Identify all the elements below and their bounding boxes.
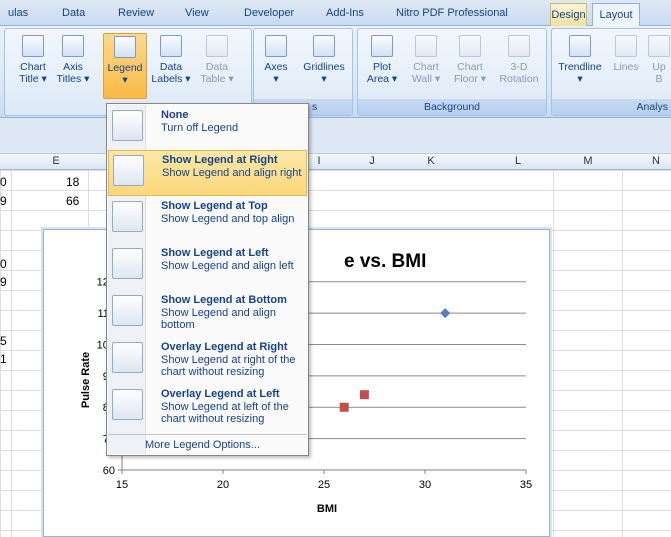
legend-top-icon <box>112 201 143 232</box>
x-axis-title[interactable]: BMI <box>317 503 337 515</box>
menu-item-legend-left[interactable]: Show Legend at Left Show Legend and alig… <box>108 244 307 290</box>
overlay-legend-left-icon <box>112 389 143 420</box>
x-tick-label: 35 <box>520 479 532 491</box>
data-labels-button[interactable]: Data Labels ▾ <box>151 33 191 99</box>
y-tick-label: 60 <box>103 465 115 477</box>
x-tick-label: 30 <box>419 479 431 491</box>
more-legend-options-item[interactable]: More Legend Options... <box>108 434 307 455</box>
tab-view[interactable]: View <box>185 7 209 19</box>
chart-floor-icon <box>459 35 481 57</box>
menu-item-legend-bottom[interactable]: Show Legend at Bottom Show Legend and al… <box>108 291 307 337</box>
tab-developer[interactable]: Developer <box>244 7 294 19</box>
chart-title-button[interactable]: Chart Title ▾ <box>13 33 53 99</box>
cell-e-value[interactable]: 18 <box>66 175 79 189</box>
x-tick-label: 25 <box>318 479 330 491</box>
data-labels-icon <box>160 35 182 57</box>
legend-bottom-icon <box>112 295 143 326</box>
menu-item-overlay-legend-left[interactable]: Overlay Legend at Left Show Legend at le… <box>108 385 307 431</box>
tab-data[interactable]: Data <box>62 7 85 19</box>
legend-left-icon <box>112 248 143 279</box>
col-header-j[interactable]: J <box>366 155 378 167</box>
grid-column-line <box>11 170 12 537</box>
data-point-square[interactable] <box>359 390 369 400</box>
trendline-button[interactable]: Trendline ▾ <box>554 33 606 99</box>
tab-formulas[interactable]: ulas <box>8 7 28 19</box>
grid-column-line <box>622 170 623 537</box>
trendline-icon <box>569 35 591 57</box>
col-header-n[interactable]: N <box>648 155 664 167</box>
3d-rotation-button[interactable]: 3-D Rotation <box>496 33 542 99</box>
chart-title[interactable]: e vs. BMI <box>344 251 426 272</box>
axis-titles-icon <box>62 35 84 57</box>
tab-add-ins[interactable]: Add-Ins <box>326 7 364 19</box>
ribbon-tab-bar: ulas Data Review View Developer Add-Ins … <box>0 0 671 27</box>
chart-title-icon <box>22 35 44 57</box>
axes-icon <box>265 35 287 57</box>
cell-e-value[interactable]: 66 <box>66 194 79 208</box>
lines-icon <box>615 35 637 57</box>
col-header-k[interactable]: K <box>424 155 438 167</box>
data-table-button[interactable]: Data Table ▾ <box>197 33 237 99</box>
y-axis-title[interactable]: Pulse Rate <box>80 352 92 408</box>
cell-left-value[interactable]: 9 <box>0 275 7 289</box>
legend-right-icon <box>113 155 144 186</box>
lines-button[interactable]: Lines <box>608 33 644 99</box>
cell-left-value[interactable]: 1 <box>0 352 7 366</box>
legend-none-icon <box>112 110 143 141</box>
formula-bar[interactable] <box>0 118 671 154</box>
menu-item-legend-right[interactable]: Show Legend at Right Show Legend and ali… <box>108 150 307 196</box>
menu-item-overlay-legend-right[interactable]: Overlay Legend at Right Show Legend at r… <box>108 338 307 384</box>
x-tick-label: 15 <box>116 479 128 491</box>
tab-design[interactable]: Design <box>550 3 587 26</box>
analysis-group-label: Analys <box>552 99 671 115</box>
col-header-i[interactable]: I <box>314 155 324 167</box>
data-point-square[interactable] <box>339 402 349 412</box>
up-down-bars-button[interactable]: Up B <box>644 33 671 99</box>
tab-nitro-pdf[interactable]: Nitro PDF Professional <box>396 7 508 19</box>
gridlines-icon <box>313 35 335 57</box>
chart-wall-icon <box>415 35 437 57</box>
overlay-legend-right-icon <box>112 342 143 373</box>
up-down-bars-icon <box>648 35 670 57</box>
menu-item-legend-top[interactable]: Show Legend at Top Show Legend and top a… <box>108 197 307 243</box>
grid-column-line <box>553 170 554 537</box>
axis-titles-button[interactable]: Axis Titles ▾ <box>53 33 93 99</box>
background-group-label: Background <box>358 99 546 115</box>
cell-left-value[interactable]: 0 <box>0 257 7 271</box>
x-tick-label: 20 <box>217 479 229 491</box>
background-group: Plot Area ▾ Chart Wall ▾ Chart Floor ▾ 3… <box>357 28 547 116</box>
3d-rotation-icon <box>508 35 530 57</box>
gridlines-button[interactable]: Gridlines ▾ <box>298 33 350 99</box>
column-headers: E I J K L M N <box>0 154 671 170</box>
data-points[interactable] <box>339 308 451 412</box>
data-table-icon <box>206 35 228 57</box>
chart-wall-button[interactable]: Chart Wall ▾ <box>406 33 446 99</box>
tab-review[interactable]: Review <box>118 7 154 19</box>
cell-left-value[interactable]: 9 <box>0 194 7 208</box>
cell-left-value[interactable]: 5 <box>0 334 7 348</box>
tab-layout[interactable]: Layout <box>592 3 640 27</box>
legend-button[interactable]: Legend ▾ <box>103 33 147 99</box>
col-header-m[interactable]: M <box>580 155 596 167</box>
legend-icon <box>114 36 136 58</box>
chart-floor-button[interactable]: Chart Floor ▾ <box>450 33 490 99</box>
axes-button[interactable]: Axes ▾ <box>256 33 296 99</box>
menu-item-legend-none[interactable]: None Turn off Legend <box>108 106 307 146</box>
col-header-e[interactable]: E <box>48 155 64 167</box>
analysis-group: Trendline ▾ Lines Up B Analys <box>551 28 671 116</box>
col-header-l[interactable]: L <box>512 155 524 167</box>
plot-area-button[interactable]: Plot Area ▾ <box>362 33 402 99</box>
ribbon: Chart Title ▾ Axis Titles ▾ Legend ▾ Dat… <box>0 26 671 118</box>
legend-dropdown-menu: None Turn off Legend Show Legend at Righ… <box>106 103 309 456</box>
plot-area-icon <box>371 35 393 57</box>
cell-left-value[interactable]: 0 <box>0 175 7 189</box>
data-point-diamond[interactable] <box>440 308 451 319</box>
